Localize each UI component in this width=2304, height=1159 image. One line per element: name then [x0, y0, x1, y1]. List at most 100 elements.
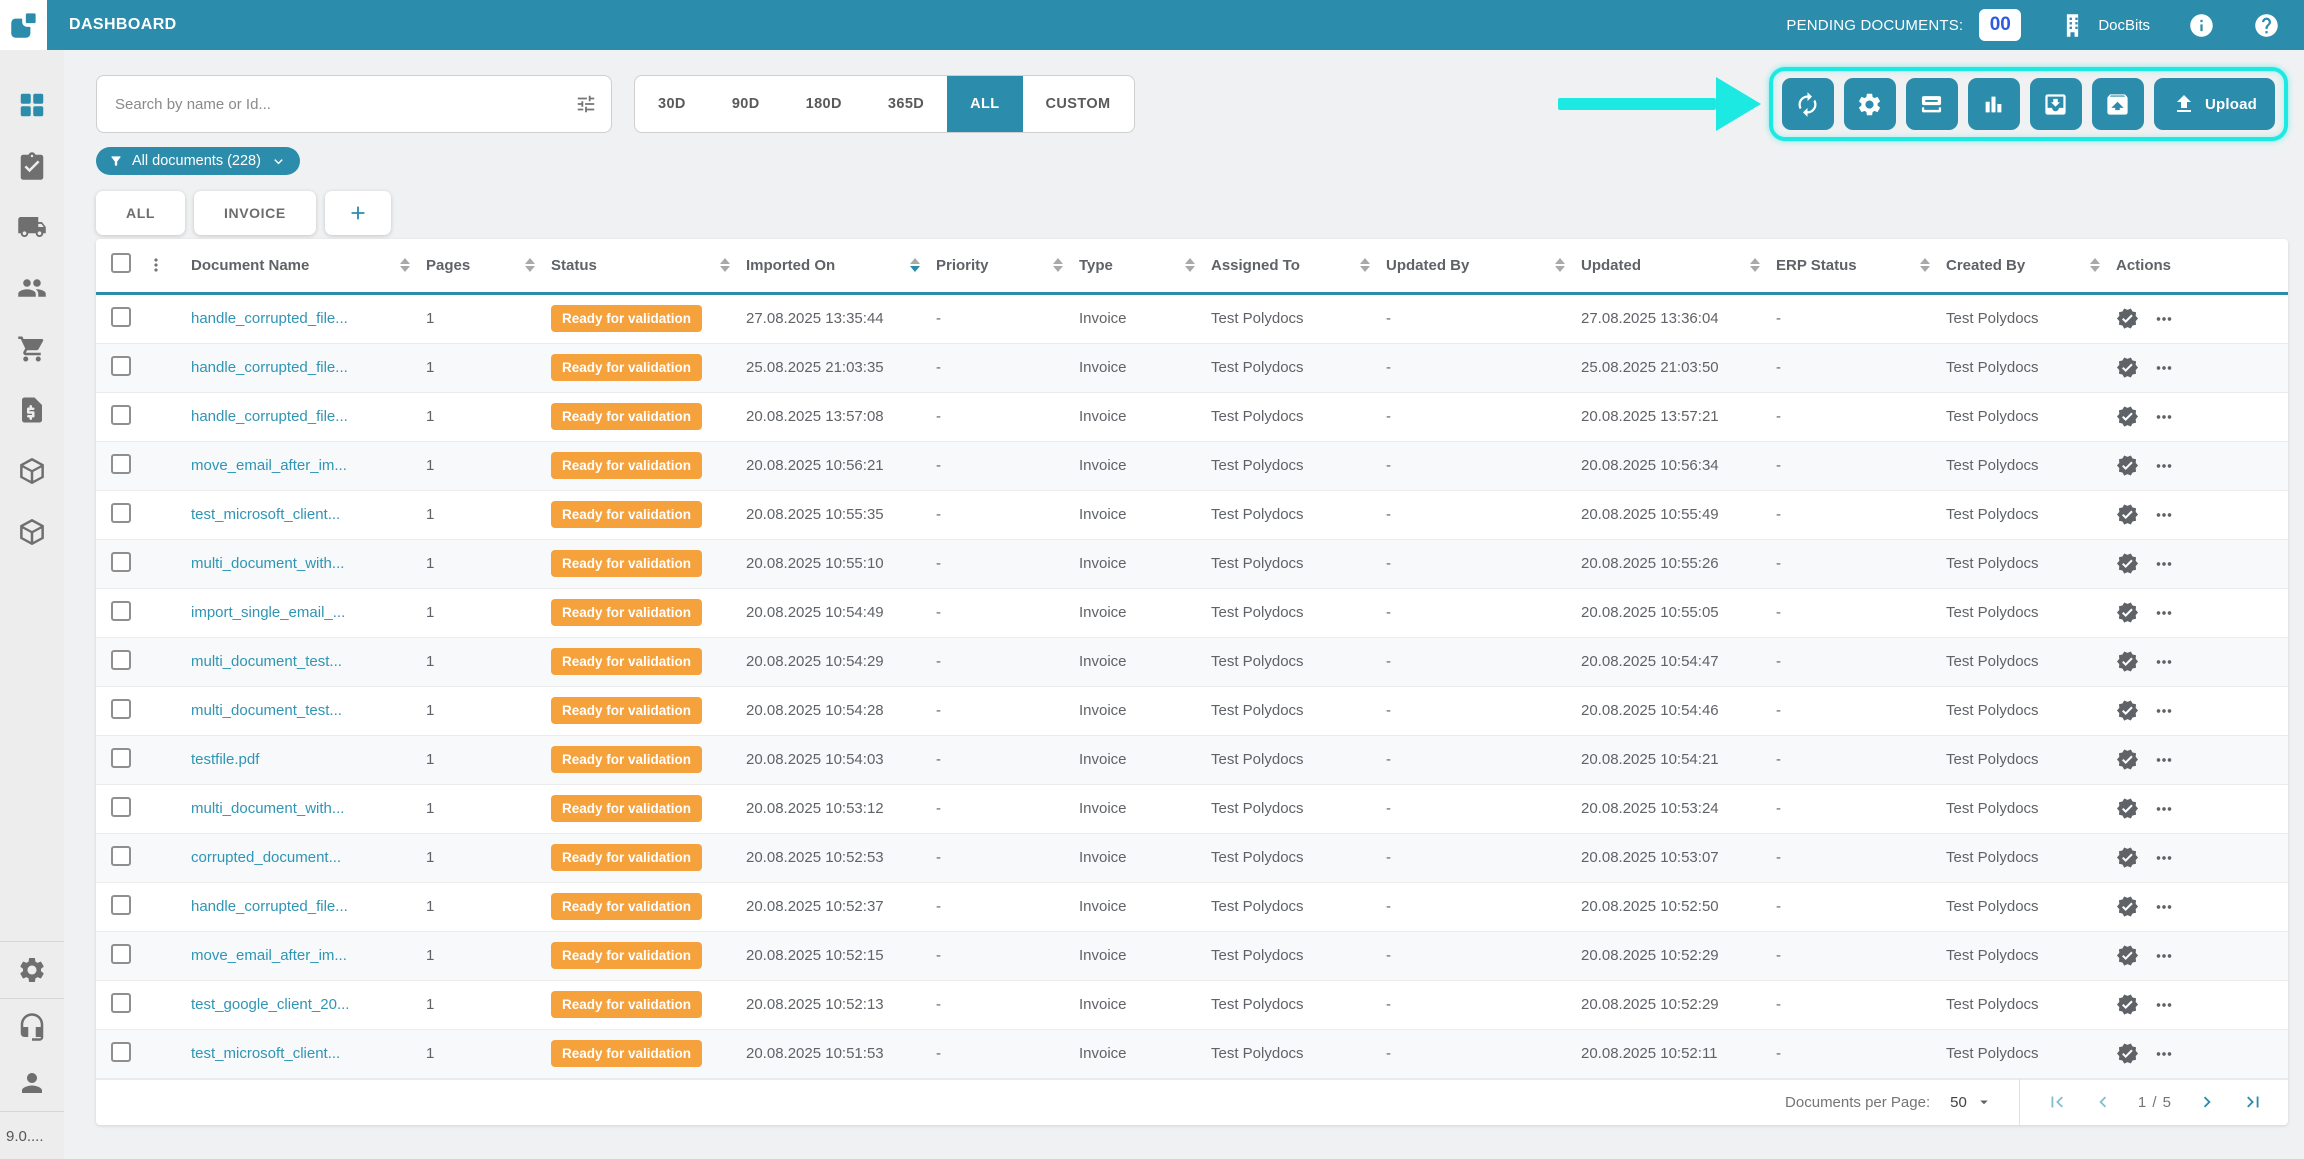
org-switcher[interactable]: DocBits	[2059, 12, 2150, 39]
document-name-link[interactable]: multi_document_test...	[191, 653, 342, 670]
row-checkbox[interactable]	[111, 307, 131, 327]
row-more-options-icon[interactable]	[2153, 749, 2175, 771]
next-page-icon[interactable]	[2196, 1091, 2218, 1113]
validate-seal-check-icon[interactable]	[2116, 454, 2139, 477]
app-logo[interactable]	[0, 0, 47, 50]
row-more-options-icon[interactable]	[2153, 945, 2175, 967]
sort-icon[interactable]	[1555, 258, 1565, 272]
validate-seal-check-icon[interactable]	[2116, 699, 2139, 722]
per-page-select[interactable]: 50	[1950, 1093, 1993, 1111]
document-name-link[interactable]: handle_corrupted_file...	[191, 310, 348, 327]
row-checkbox[interactable]	[111, 601, 131, 621]
info-icon[interactable]	[2188, 12, 2215, 39]
column-header-assigned-to[interactable]: Assigned To	[1211, 257, 1300, 274]
validate-seal-check-icon[interactable]	[2116, 797, 2139, 820]
sort-icon[interactable]	[1920, 258, 1930, 272]
profile-person-icon[interactable]	[17, 1068, 47, 1098]
validate-seal-check-icon[interactable]	[2116, 405, 2139, 428]
column-header-pages[interactable]: Pages	[426, 257, 470, 274]
validate-seal-check-icon[interactable]	[2116, 993, 2139, 1016]
row-checkbox[interactable]	[111, 699, 131, 719]
row-checkbox[interactable]	[111, 1042, 131, 1062]
tab-invoice[interactable]: INVOICE	[194, 191, 316, 235]
column-header-type[interactable]: Type	[1079, 257, 1113, 274]
document-name-link[interactable]: test_microsoft_client...	[191, 506, 340, 523]
validate-seal-check-icon[interactable]	[2116, 748, 2139, 771]
sidebar-item-products[interactable]	[17, 517, 47, 547]
validate-seal-check-icon[interactable]	[2116, 895, 2139, 918]
range-90d-button[interactable]: 90D	[709, 76, 783, 132]
row-checkbox[interactable]	[111, 944, 131, 964]
sort-icon[interactable]	[1360, 258, 1370, 272]
sort-icon[interactable]	[2090, 258, 2100, 272]
sidebar-item-invoices[interactable]	[17, 395, 47, 425]
row-checkbox[interactable]	[111, 503, 131, 523]
column-header-priority[interactable]: Priority	[936, 257, 989, 274]
first-page-icon[interactable]	[2046, 1091, 2068, 1113]
row-checkbox[interactable]	[111, 895, 131, 915]
row-checkbox[interactable]	[111, 405, 131, 425]
columns-kebab-icon[interactable]	[146, 255, 166, 275]
row-more-options-icon[interactable]	[2153, 602, 2175, 624]
row-checkbox[interactable]	[111, 650, 131, 670]
validate-seal-check-icon[interactable]	[2116, 601, 2139, 624]
validate-seal-check-icon[interactable]	[2116, 552, 2139, 575]
sidebar-item-shipping-truck[interactable]	[17, 212, 47, 242]
row-more-options-icon[interactable]	[2153, 357, 2175, 379]
row-more-options-icon[interactable]	[2153, 1043, 2175, 1065]
sort-icon[interactable]	[1750, 258, 1760, 272]
documents-filter-chip[interactable]: All documents (228)	[96, 147, 300, 175]
support-headset-icon[interactable]	[17, 1012, 47, 1042]
add-tab-button[interactable]	[325, 191, 391, 235]
sidebar-item-users[interactable]	[17, 273, 47, 303]
document-name-link[interactable]: handle_corrupted_file...	[191, 359, 348, 376]
document-name-link[interactable]: corrupted_document...	[191, 849, 341, 866]
range-180d-button[interactable]: 180D	[783, 76, 865, 132]
scanner-button[interactable]	[1906, 78, 1958, 130]
column-header-document-name[interactable]: Document Name	[191, 257, 309, 274]
sidebar-item-purchase-cart[interactable]	[17, 334, 47, 364]
row-more-options-icon[interactable]	[2153, 994, 2175, 1016]
upload-button[interactable]: Upload	[2154, 78, 2275, 130]
document-name-link[interactable]: move_email_after_im...	[191, 947, 347, 964]
row-more-options-icon[interactable]	[2153, 896, 2175, 918]
document-name-link[interactable]: testfile.pdf	[191, 751, 259, 768]
document-name-link[interactable]: multi_document_with...	[191, 800, 344, 817]
select-all-checkbox[interactable]	[111, 253, 131, 273]
row-checkbox[interactable]	[111, 748, 131, 768]
sidebar-item-tasks-clipboard[interactable]	[17, 151, 47, 181]
validate-seal-check-icon[interactable]	[2116, 356, 2139, 379]
row-more-options-icon[interactable]	[2153, 504, 2175, 526]
document-name-link[interactable]: test_google_client_20...	[191, 996, 349, 1013]
document-name-link[interactable]: handle_corrupted_file...	[191, 408, 348, 425]
sort-icon[interactable]	[1053, 258, 1063, 272]
sidebar-item-dashboard[interactable]	[17, 90, 47, 120]
range-custom-button[interactable]: CUSTOM	[1023, 76, 1134, 132]
last-page-icon[interactable]	[2242, 1091, 2264, 1113]
row-checkbox[interactable]	[111, 846, 131, 866]
row-more-options-icon[interactable]	[2153, 455, 2175, 477]
row-checkbox[interactable]	[111, 797, 131, 817]
column-header-imported-on[interactable]: Imported On	[746, 257, 835, 274]
document-name-link[interactable]: multi_document_test...	[191, 702, 342, 719]
document-name-link[interactable]: test_microsoft_client...	[191, 1045, 340, 1062]
row-checkbox[interactable]	[111, 993, 131, 1013]
archive-upload-button[interactable]	[2092, 78, 2144, 130]
row-checkbox[interactable]	[111, 552, 131, 572]
previous-page-icon[interactable]	[2092, 1091, 2114, 1113]
column-header-updated-by[interactable]: Updated By	[1386, 257, 1469, 274]
sidebar-item-packages[interactable]	[17, 456, 47, 486]
document-name-link[interactable]: import_single_email_...	[191, 604, 345, 621]
search-filter-tune-icon[interactable]	[575, 93, 597, 115]
range-all-button[interactable]: ALL	[947, 76, 1022, 132]
mail-import-button[interactable]	[2030, 78, 2082, 130]
row-checkbox[interactable]	[111, 356, 131, 376]
help-icon[interactable]	[2253, 12, 2280, 39]
validate-seal-check-icon[interactable]	[2116, 846, 2139, 869]
validate-seal-check-icon[interactable]	[2116, 503, 2139, 526]
row-more-options-icon[interactable]	[2153, 308, 2175, 330]
tab-all[interactable]: ALL	[96, 191, 185, 235]
sort-icon-active[interactable]	[910, 258, 920, 272]
row-more-options-icon[interactable]	[2153, 847, 2175, 869]
column-header-status[interactable]: Status	[551, 257, 597, 274]
